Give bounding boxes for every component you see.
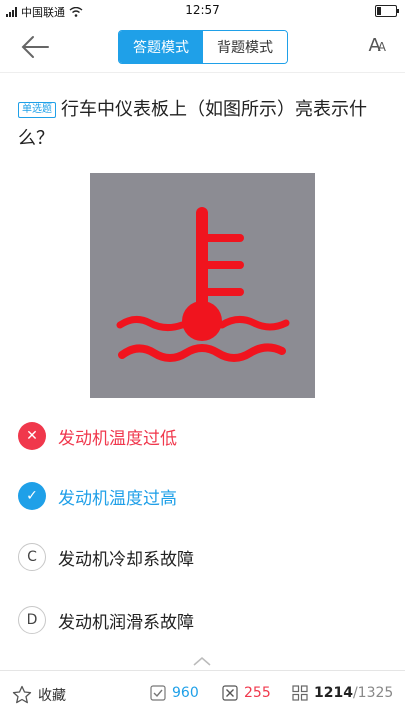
question-type-badge: 单选题 <box>18 102 56 118</box>
wrong-count[interactable]: 255 <box>222 685 271 701</box>
bottom-bar: 收藏 960 255 1214/1325 <box>0 670 405 721</box>
checkbox-cross-icon <box>222 685 238 701</box>
question: 单选题 行车中仪表板上（如图所示）亮表示什么？ <box>18 95 390 153</box>
check-mark-icon: ✓ <box>18 482 46 510</box>
nav-bar: 答题模式 背题模式 AA <box>0 22 405 73</box>
option-c-marker: C <box>18 543 46 571</box>
option-c[interactable]: C 发动机冷却系故障 <box>18 540 194 574</box>
current-question-index: 1214 <box>314 685 353 701</box>
total-questions: /1325 <box>352 685 394 701</box>
font-size-icon-large: A <box>368 35 380 56</box>
option-a-text: 发动机温度过低 <box>58 428 177 449</box>
star-icon <box>12 685 32 704</box>
battery-icon <box>375 5 399 17</box>
answer-mode-tab[interactable]: 答题模式 <box>119 31 203 63</box>
correct-count-value: 960 <box>172 685 199 701</box>
option-b[interactable]: ✓ 发动机温度过高 <box>18 479 177 513</box>
question-text: 行车中仪表板上（如图所示）亮表示什么？ <box>18 99 367 149</box>
status-bar: 中国联通 12:57 <box>0 0 405 22</box>
question-image <box>90 173 315 398</box>
wrong-mark-icon: ✕ <box>18 422 46 450</box>
favorite-label: 收藏 <box>38 688 66 704</box>
mode-toggle: 答题模式 背题模式 <box>118 30 288 64</box>
grid-icon <box>292 685 308 701</box>
correct-count[interactable]: 960 <box>150 685 199 701</box>
font-size-button[interactable]: AA <box>368 35 386 56</box>
wrong-count-value: 255 <box>244 685 271 701</box>
option-a[interactable]: ✕ 发动机温度过低 <box>18 419 177 453</box>
question-progress[interactable]: 1214/1325 <box>292 685 393 701</box>
back-arrow-icon[interactable] <box>20 34 50 60</box>
coolant-temperature-warning-icon <box>116 207 290 362</box>
option-c-text: 发动机冷却系故障 <box>58 549 194 570</box>
battery-level <box>377 7 381 15</box>
option-b-text: 发动机温度过高 <box>58 488 177 509</box>
checkbox-check-icon <box>150 685 166 701</box>
chevron-up-icon[interactable] <box>192 656 212 666</box>
question-area: 单选题 行车中仪表板上（如图所示）亮表示什么？ ✕ 发动机温度过低 ✓ 发动机温度… <box>0 73 405 670</box>
memorize-mode-tab[interactable]: 背题模式 <box>203 31 287 63</box>
clock: 12:57 <box>185 3 220 17</box>
font-size-icon-small: A <box>377 40 386 54</box>
favorite-button[interactable]: 收藏 <box>12 685 66 705</box>
option-d-text: 发动机润滑系故障 <box>58 612 194 633</box>
